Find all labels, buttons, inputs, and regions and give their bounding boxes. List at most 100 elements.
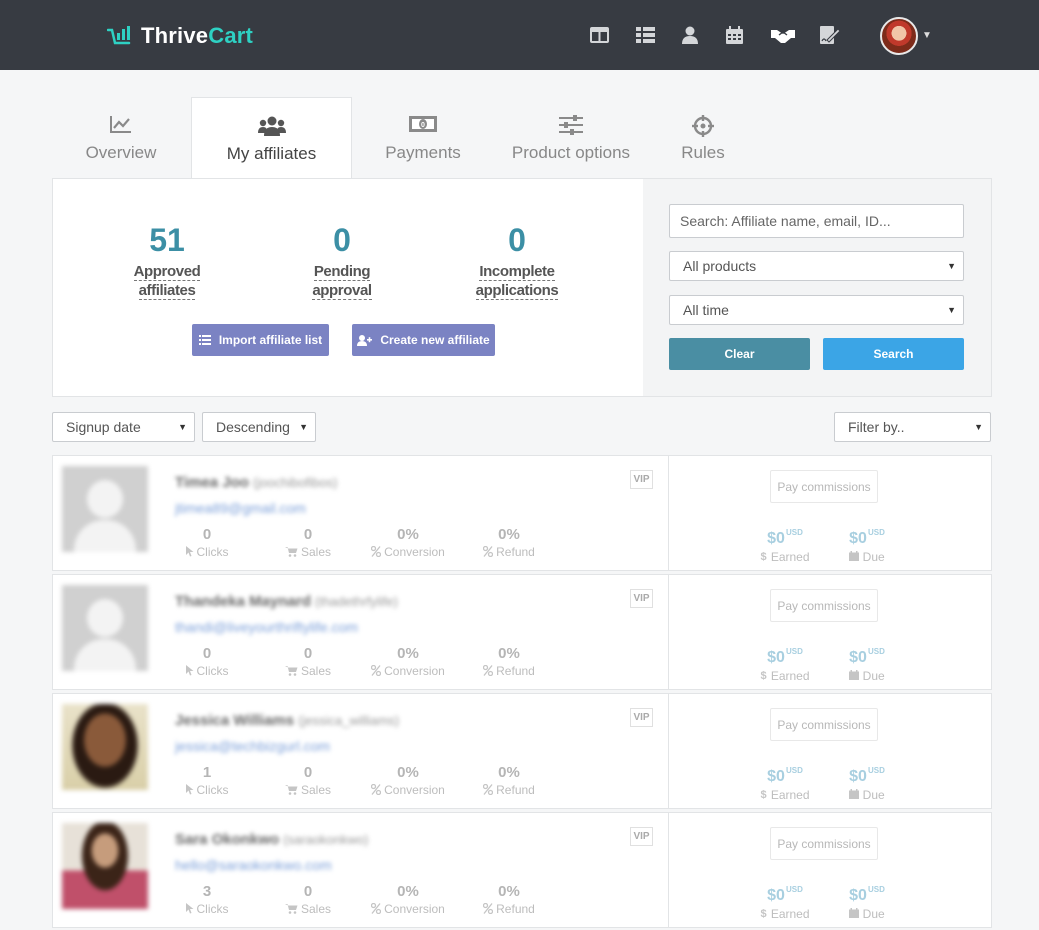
cart-icon [284,902,301,916]
row-divider [668,456,669,570]
percent-icon [482,545,496,559]
affiliate-row[interactable]: Timea Joo (joochibofibos) jtimea89@gmail.… [52,455,992,571]
chevron-down-icon[interactable]: ▼ [922,30,932,41]
thrivecart-logo[interactable]: ThriveCart [107,22,253,50]
affiliate-name[interactable]: Thandeka Maynard (thadethrfylife) [175,593,398,610]
sort-order-select[interactable]: Descending ▼ [202,412,316,442]
crosshair-icon [692,115,714,142]
affiliate-name[interactable]: Jessica Williams (jessica_williams) [175,712,399,729]
tab-rules[interactable]: Rules [663,97,743,178]
due-amount: $0USD Due [849,885,885,921]
due-amount: $0USD Due [849,647,885,683]
dollar-icon: $ [760,669,767,683]
tab-label: My affiliates [226,144,317,163]
affiliate-row[interactable]: Sara Okonkwo (saraokonkwo) hello@saraokon… [52,812,992,928]
stat-approved-affiliates[interactable]: 51 Approved affiliates [107,222,227,300]
signature-icon[interactable] [820,25,840,45]
affiliate-email[interactable]: hello@saraokonkwo.com [175,857,332,873]
calendar-icon [849,550,860,564]
time-filter-select[interactable]: All time ▼ [669,295,964,325]
tab-product-options[interactable]: Product options [498,97,644,178]
vip-badge[interactable]: VIP [630,827,653,846]
svg-text:$: $ [761,789,767,799]
pay-commissions-button[interactable]: Pay commissions [770,470,878,503]
add-user-icon [357,334,373,346]
sales-metric: 0 Sales [263,645,353,678]
due-amount: $0USD Due [849,766,885,802]
stat-pending-approval[interactable]: 0 Pending approval [282,222,402,300]
affiliate-name[interactable]: Sara Okonkwo (saraokonkwo) [175,831,368,848]
earned-amount: $0USD $ Earned [760,766,810,802]
cursor-icon [185,783,197,797]
tab-label: Payments [385,143,461,162]
affiliate-avatar [62,823,148,909]
tab-overview[interactable]: Overview [70,97,172,178]
sales-metric: 0 Sales [263,764,353,797]
tab-label: Overview [85,143,157,162]
conversion-metric: 0% Conversion [363,883,453,916]
sliders-icon [559,115,583,140]
stat-label: Pending approval [312,263,372,300]
clear-button[interactable]: Clear [669,338,810,370]
clicks-metric: 0 Clicks [162,645,252,678]
svg-text:$: $ [761,670,767,680]
products-list-icon[interactable] [635,25,655,45]
vip-badge[interactable]: VIP [630,470,653,489]
stat-incomplete-applications[interactable]: 0 Incomplete applications [457,222,577,300]
chevron-down-icon: ▼ [178,422,187,432]
tab-my-affiliates[interactable]: My affiliates [191,97,352,179]
cart-icon [284,664,301,678]
affiliate-avatar [62,585,148,671]
affiliate-email[interactable]: jtimea89@gmail.com [175,500,306,516]
affiliate-row[interactable]: Thandeka Maynard (thadethrfylife) thandi@… [52,574,992,690]
chevron-down-icon: ▼ [296,422,308,432]
percent-icon [370,545,384,559]
earned-amount: $0USD $ Earned [760,647,810,683]
svg-text:$: $ [761,908,767,918]
affiliate-email[interactable]: jessica@techbizgurl.com [175,738,330,754]
refund-metric: 0% Refund [464,883,554,916]
user-icon[interactable] [680,25,700,45]
percent-icon [482,783,496,797]
affiliate-email[interactable]: thandi@liveyourthriftylife.com [175,619,358,635]
affiliate-name[interactable]: Timea Joo (joochibofibos) [175,474,337,491]
tab-payments[interactable]: 0 Payments [372,97,474,178]
tab-label: Product options [511,143,631,162]
affiliate-avatar [62,704,148,790]
affiliates-handshake-icon[interactable] [771,25,795,45]
search-button[interactable]: Search [823,338,964,370]
pay-commissions-button[interactable]: Pay commissions [770,708,878,741]
sort-field-select[interactable]: Signup date ▼ [52,412,195,442]
import-affiliate-list-button[interactable]: Import affiliate list [192,324,329,356]
pay-commissions-button[interactable]: Pay commissions [770,827,878,860]
create-new-affiliate-button[interactable]: Create new affiliate [352,324,495,356]
top-navigation-bar: ThriveCart ▼ [0,0,1039,70]
chevron-down-icon: ▼ [947,261,956,271]
percent-icon [370,902,384,916]
cursor-icon [185,545,197,559]
vip-badge[interactable]: VIP [630,589,653,608]
sales-metric: 0 Sales [263,526,353,559]
due-amount: $0USD Due [849,528,885,564]
clicks-metric: 1 Clicks [162,764,252,797]
tab-label: Rules [681,143,725,162]
vip-badge[interactable]: VIP [630,708,653,727]
pay-commissions-button[interactable]: Pay commissions [770,589,878,622]
dashboard-icon[interactable] [589,25,609,45]
refund-metric: 0% Refund [464,645,554,678]
affiliate-search-input[interactable]: Search: Affiliate name, email, ID... [669,204,964,238]
svg-text:0: 0 [421,122,425,129]
cart-icon [284,783,301,797]
chevron-down-icon: ▼ [974,422,983,432]
stat-label: Incomplete applications [475,263,559,300]
user-avatar[interactable] [880,17,918,55]
product-filter-select[interactable]: All products ▼ [669,251,964,281]
calendar-icon[interactable] [724,25,744,45]
logo-text: ThriveCart [141,23,254,48]
filter-by-select[interactable]: Filter by.. ▼ [834,412,991,442]
chevron-down-icon: ▼ [947,305,956,315]
stat-label: Approved affiliates [133,263,201,300]
affiliate-row[interactable]: Jessica Williams (jessica_williams) jessi… [52,693,992,809]
sales-metric: 0 Sales [263,883,353,916]
list-icon [198,335,211,345]
